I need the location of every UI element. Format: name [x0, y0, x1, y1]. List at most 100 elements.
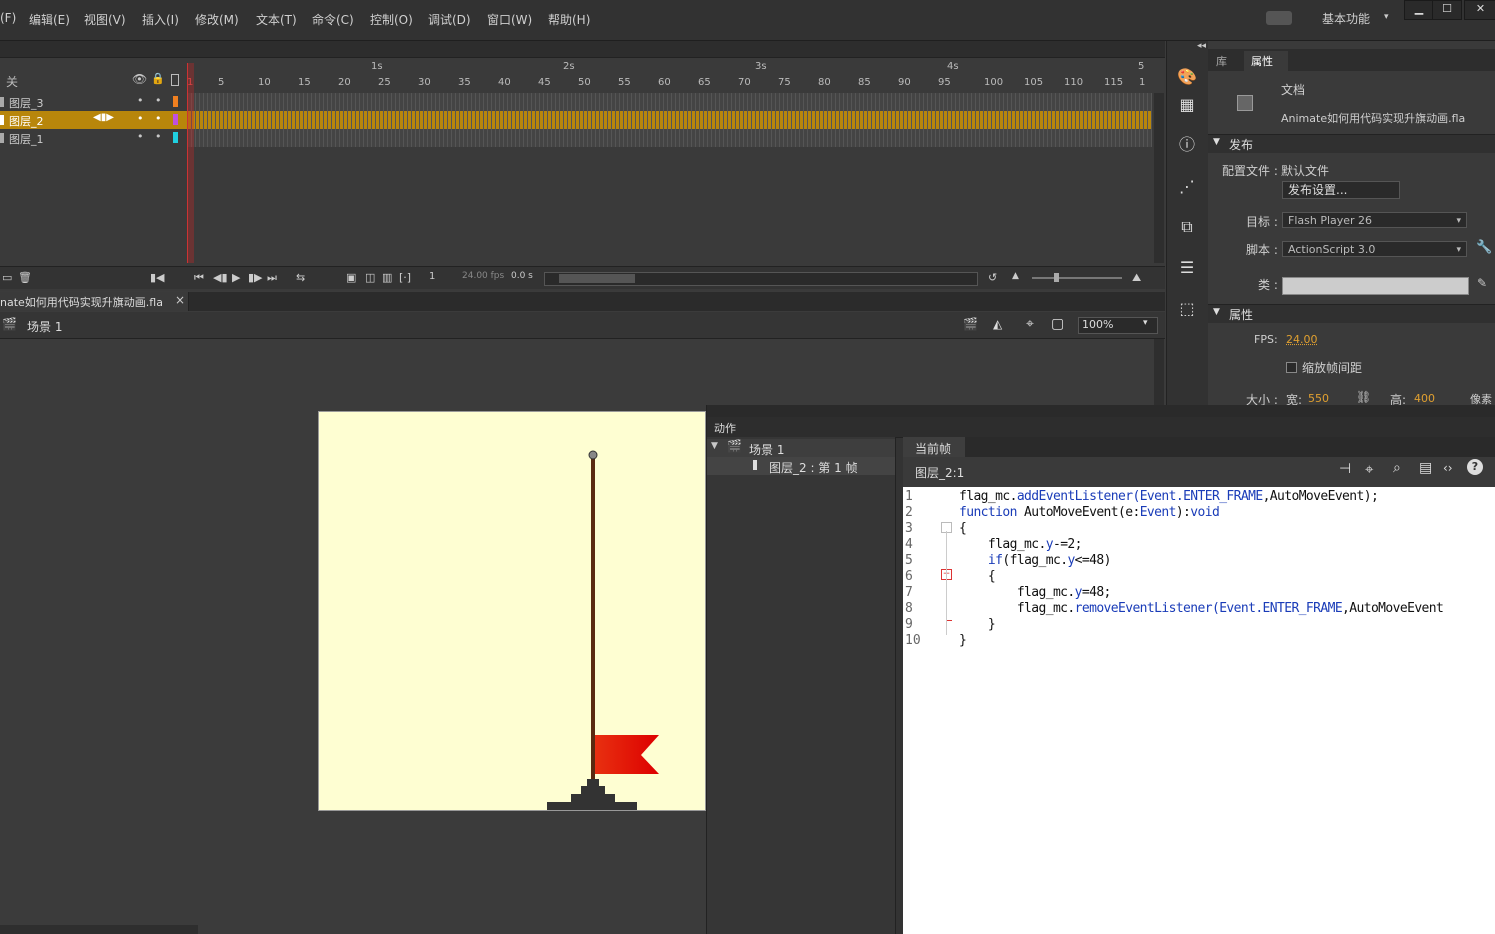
tab-library[interactable]: 库 [1216, 53, 1227, 69]
tree-frame-row[interactable]: 图层_2 : 第 1 帧 [707, 457, 895, 475]
menu-text[interactable]: 文本(T) [256, 11, 297, 28]
code-line[interactable]: flag_mc.removeEventListener(Event.ENTER_… [959, 601, 1444, 616]
workspace-switcher[interactable]: 基本功能 [1322, 10, 1370, 27]
components-icon[interactable]: ⬚ [1175, 297, 1199, 321]
help-icon[interactable]: ? [1467, 459, 1483, 475]
actions-drag-bar[interactable] [707, 405, 1495, 417]
lock-dot[interactable]: • [155, 130, 162, 143]
height-value[interactable]: 400 [1414, 392, 1435, 405]
transform-icon[interactable]: ⧉ [1175, 215, 1199, 239]
info-icon[interactable]: ⓘ [1175, 133, 1199, 157]
outline-icon[interactable] [171, 74, 179, 86]
menu-commands[interactable]: 命令(C) [312, 11, 354, 28]
gamepad-icon[interactable] [1266, 11, 1292, 25]
wrench-icon[interactable]: 🔧 [1476, 240, 1492, 255]
lock-icon[interactable]: 🔒 [151, 72, 165, 85]
motion-presets-icon[interactable]: ⋰ [1175, 175, 1199, 199]
fps-value[interactable]: 24.00 [1286, 333, 1318, 346]
code-line[interactable]: if(flag_mc.y<=48) [959, 553, 1111, 568]
target-icon[interactable]: ⌖ [1365, 460, 1373, 478]
tab-properties[interactable]: 属性 [1251, 53, 1273, 69]
visibility-dot[interactable]: • [137, 112, 144, 125]
code-format-icon[interactable]: ‹› [1443, 461, 1453, 475]
layer-row-2[interactable]: 图层_2 ◀▮▶ • • [0, 111, 187, 129]
scale-spacing-checkbox[interactable] [1286, 362, 1297, 373]
edit-scene-icon[interactable]: 🎬 [963, 317, 978, 331]
next-frame-icon[interactable]: ▮▶ [248, 271, 263, 284]
timeline-scrollbar[interactable] [1154, 93, 1164, 263]
timeline-ruler[interactable]: 1s 2s 3s 4s 5 1 5 10 15 20 25 30 35 40 4… [187, 61, 1152, 93]
menu-control[interactable]: 控制(O) [370, 11, 413, 28]
zoom-select[interactable]: 100% ▾ [1078, 317, 1158, 334]
timeline-hscroll[interactable] [544, 272, 978, 286]
time-readout[interactable]: 0.0 s [511, 271, 533, 281]
menu-view[interactable]: 视图(V) [84, 11, 126, 28]
trash-icon[interactable]: 🗑 [18, 271, 32, 284]
tree-scene-row[interactable]: ▼ 🎬 场景 1 [707, 439, 895, 457]
publish-settings-button[interactable]: 发布设置... [1282, 181, 1400, 199]
pencil-icon[interactable]: ◀▮▶ [93, 112, 114, 123]
prev-frame-icon[interactable]: ◀▮ [213, 271, 228, 284]
class-input[interactable] [1282, 277, 1469, 295]
code-line[interactable]: { [959, 521, 967, 536]
play-icon[interactable]: ▶ [232, 271, 240, 284]
color-palette-icon[interactable]: 🎨 [1175, 65, 1199, 89]
edit-multiple-icon[interactable]: ▥ [382, 271, 392, 284]
red-flag[interactable] [595, 735, 659, 774]
loop-icon[interactable]: ⇆ [296, 271, 305, 284]
lock-dot[interactable]: • [155, 94, 162, 107]
eye-icon[interactable]: 👁 [132, 72, 147, 86]
edit-symbol-icon[interactable]: ◭ [993, 317, 1002, 331]
code-line[interactable]: } [959, 617, 996, 632]
visibility-dot[interactable]: • [137, 130, 144, 143]
code-line[interactable]: function AutoMoveEvent(e:Event):void [959, 505, 1220, 520]
target-select[interactable]: Flash Player 26 ▾ [1282, 212, 1467, 228]
script-select[interactable]: ActionScript 3.0 ▾ [1282, 241, 1467, 257]
code-line[interactable]: } [959, 633, 967, 648]
layer-frames[interactable] [187, 129, 1152, 147]
swatches-icon[interactable]: ▦ [1175, 93, 1199, 117]
attributes-section[interactable]: ▼ 属性 [1208, 304, 1495, 323]
center-frame-icon[interactable]: ▮◀ [150, 271, 165, 284]
code-line[interactable]: { [959, 569, 996, 584]
document-tab[interactable]: nate如何用代码实现升旗动画.fla × [0, 292, 189, 311]
onion-markers-icon[interactable]: [·] [399, 271, 411, 284]
menu-debug[interactable]: 调试(D) [428, 11, 471, 28]
zoom-out-icon[interactable]: ▲ [1012, 271, 1019, 281]
clip-icon[interactable]: ▢ [1051, 316, 1064, 332]
menu-file[interactable]: (F) [0, 11, 16, 25]
close-window-button[interactable]: ✕ [1464, 0, 1495, 20]
onion-skin-icon[interactable]: ▣ [346, 271, 356, 284]
code-line[interactable]: flag_mc.addEventListener(Event.ENTER_FRA… [959, 489, 1379, 504]
first-frame-icon[interactable]: ⏮ [194, 271, 204, 285]
timeline-zoom-slider[interactable] [1032, 273, 1122, 282]
code-line[interactable]: flag_mc.y-=2; [959, 537, 1083, 552]
layer-row-1[interactable]: 图层_1 • • [0, 129, 187, 147]
layer-frames[interactable] [187, 93, 1152, 111]
undo-icon[interactable]: ↺ [988, 271, 997, 284]
code-snippets-icon[interactable]: ▤ [1419, 460, 1432, 476]
minimize-button[interactable]: ▁ [1404, 0, 1434, 20]
width-value[interactable]: 550 [1308, 392, 1329, 405]
menu-edit[interactable]: 编辑(E) [29, 11, 70, 28]
maximize-button[interactable]: ☐ [1432, 0, 1462, 20]
pencil-icon[interactable]: ✎ [1477, 276, 1487, 290]
code-line[interactable]: flag_mc.y=48; [959, 585, 1112, 600]
stage-hscroll[interactable] [0, 925, 198, 934]
layer-frames[interactable] [187, 111, 1152, 129]
link-icon[interactable]: ⛓ [1356, 390, 1371, 404]
last-frame-icon[interactable]: ⏭ [267, 271, 277, 285]
menu-window[interactable]: 窗口(W) [487, 11, 532, 28]
menu-help[interactable]: 帮助(H) [548, 11, 590, 28]
layer-color-swatch[interactable] [173, 114, 178, 125]
lock-dot[interactable]: • [155, 112, 162, 125]
menu-modify[interactable]: 修改(M) [195, 11, 239, 28]
onion-outline-icon[interactable]: ◫ [365, 271, 375, 284]
collapse-icon[interactable]: ◂◂ [1197, 41, 1206, 51]
current-frame-readout[interactable]: 1 [429, 271, 435, 282]
publish-section[interactable]: ▼ 发布 [1208, 134, 1495, 153]
search-icon[interactable]: ⌕ [1393, 460, 1401, 476]
layer-color-swatch[interactable] [173, 132, 178, 143]
pin-icon[interactable]: ⊣ [1339, 461, 1351, 477]
menu-insert[interactable]: 插入(I) [142, 11, 179, 28]
